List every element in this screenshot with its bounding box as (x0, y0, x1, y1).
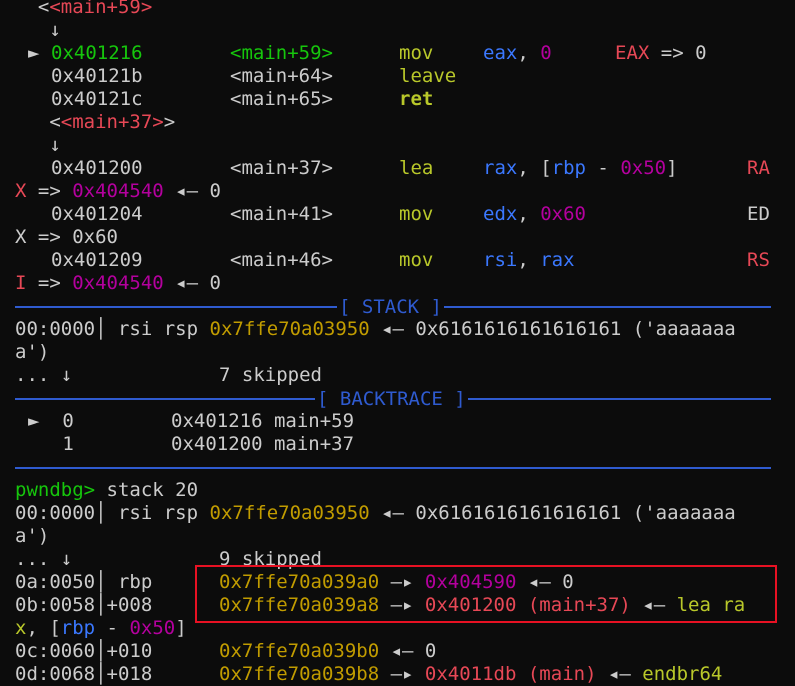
current-frame-marker-icon: ► (28, 410, 40, 432)
context-end-divider (15, 467, 771, 469)
stack2-row-0: 00:0000│ rsi rsp 0x7ffe70a03950 ◂— 0x616… (15, 502, 736, 524)
stack-row-0-wrap: a') (15, 341, 50, 363)
stack2-row-ret-wrap: x, [rbp - 0x50] (15, 617, 187, 639)
disasm-row-0-sym: <main+59> (230, 42, 333, 64)
disasm-row-current[interactable]: ► (28, 42, 39, 65)
disasm-row-5-annot-a: RS (747, 249, 770, 271)
disasm-row-4-annot-b: X => 0x60 (15, 226, 118, 248)
disasm-jump-arrow-2: ↓ (15, 134, 61, 157)
disasm-row-4-args: edx, 0x60 (483, 203, 586, 225)
disasm-row-4-op: mov (399, 203, 434, 225)
current-instruction-marker-icon: ► (28, 42, 40, 64)
disasm-row-0-op: mov (399, 42, 434, 64)
disasm-row-0-addr: 0x401216 (51, 42, 143, 64)
disasm-row-4-annot-a: ED (747, 203, 770, 225)
stack2-row-c-val: 0x7ffe70a039b0 ◂— 0 (219, 640, 437, 662)
disasm-jump-arrow: ↓ (15, 19, 61, 42)
stack2-row-rbp: 0a:0050│ rbp (15, 571, 153, 593)
disasm-target-mid: <<main+37>> (49, 111, 176, 133)
disasm-row-3-args: rax, [rbp - 0x50] (483, 157, 678, 179)
stack-skip-dots: ... ↓ (15, 364, 73, 386)
terminal-window[interactable]: <<main+59> ↓ ► 0x401216 <main+59> mov ea… (0, 0, 795, 685)
disasm-row-5-annot-b: I => 0x404540 ◂— 0 (15, 272, 221, 294)
disasm-row-1-sym: <main+64> (230, 65, 333, 87)
disasm-row-0-annot: EAX => 0 (615, 42, 707, 64)
backtrace-frame-0[interactable]: ► 0 (28, 410, 74, 433)
backtrace-divider: [ BACKTRACE ] (15, 388, 771, 411)
backtrace-frame-1-loc: 0x401200 main+37 (171, 433, 355, 455)
disasm-row-0-args: eax, 0 (483, 42, 552, 64)
disasm-row-5-sym: <main+46> (230, 249, 333, 271)
backtrace-frame-0-loc: 0x401216 main+59 (171, 410, 355, 432)
prompt-label: pwndbg> (15, 479, 96, 501)
disasm-row-3-op: lea (399, 157, 434, 179)
disasm-row-2-op: ret (399, 88, 434, 110)
stack-skip-text: 7 skipped (219, 364, 322, 386)
command-line[interactable]: pwndbg> stack 20 (15, 479, 198, 502)
disasm-row-1-op: leave (399, 65, 457, 87)
stack2-row-c: 0c:0060│+010 (15, 640, 153, 662)
disasm-row-2-sym: <main+65> (230, 88, 333, 110)
disasm-row-5-args: rsi, rax (483, 249, 575, 271)
stack2-row-ret: 0b:0058│+008 (15, 594, 153, 616)
down-arrow-icon: ↓ (49, 19, 61, 41)
jump-target-label: <main+59> (49, 0, 153, 18)
down-arrow-icon: ↓ (49, 134, 61, 156)
disasm-row-3-sym: <main+37> (230, 157, 333, 179)
disasm-target-top: <<main+59> (15, 0, 152, 19)
disasm-row-4-addr: 0x401204 (51, 203, 143, 225)
stack2-skip-dots: ... ↓ (15, 548, 73, 570)
disasm-row-4-sym: <main+41> (230, 203, 333, 225)
disasm-row-3-annot-a: RA (747, 157, 770, 179)
disasm-row-5-op: mov (399, 249, 434, 271)
stack2-row-0-wrap: a') (15, 525, 50, 547)
disasm-row-1-addr: 0x40121b (51, 65, 143, 87)
disasm-row-3-annot-b: X => 0x404540 ◂— 0 (15, 180, 221, 202)
backtrace-frame-1[interactable]: 1 (28, 433, 73, 456)
stack-row-0: 00:0000│ rsi rsp 0x7ffe70a03950 ◂— 0x616… (15, 318, 736, 340)
disasm-row-3-addr: 0x401200 (51, 157, 143, 179)
backtrace-header: [ BACKTRACE ] (315, 388, 468, 411)
highlight-annotation-box (195, 565, 777, 623)
command-text: stack 20 (95, 479, 199, 501)
stack-divider: [ STACK ] (15, 296, 771, 319)
disasm-row-2-addr: 0x40121c (51, 88, 143, 110)
disasm-row-5-addr: 0x401209 (51, 249, 143, 271)
stack-header: [ STACK ] (337, 296, 444, 319)
